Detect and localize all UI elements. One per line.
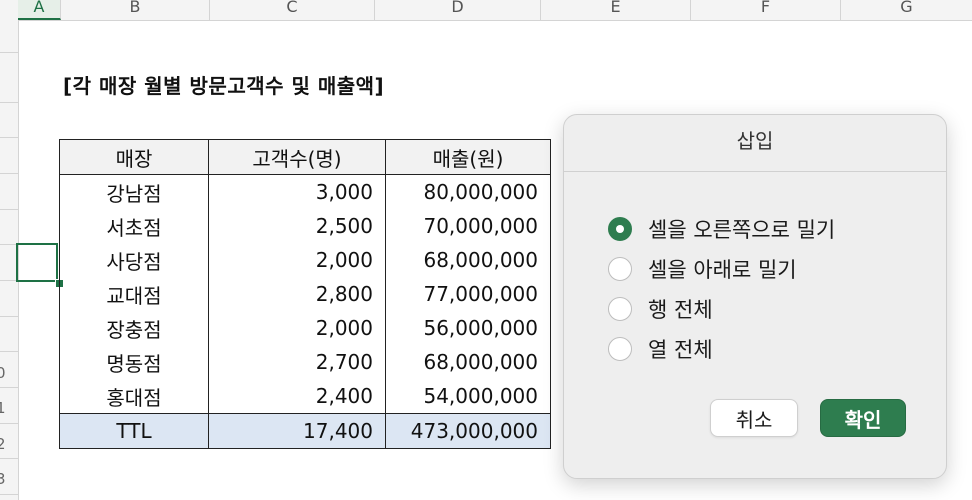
sales-cell[interactable]: 56,000,000 bbox=[385, 311, 551, 345]
option-label: 셀을 오른쪽으로 밀기 bbox=[648, 218, 836, 242]
cancel-button[interactable]: 취소 bbox=[710, 399, 798, 437]
table-header-row: 매장 고객수(명) 매출(원) bbox=[59, 139, 551, 175]
row-number[interactable]: 0 bbox=[0, 364, 10, 382]
table-row: 명동점 2,700 68,000,000 bbox=[59, 345, 551, 379]
customers-cell[interactable]: 2,800 bbox=[208, 277, 386, 311]
insert-dialog: 삽입 셀을 오른쪽으로 밀기 셀을 아래로 밀기 행 전체 열 전체 취소 확인 bbox=[563, 114, 947, 479]
radio-icon[interactable] bbox=[608, 337, 632, 361]
radio-icon[interactable] bbox=[608, 257, 632, 281]
column-header-a[interactable]: A bbox=[18, 0, 61, 20]
sales-cell[interactable]: 80,000,000 bbox=[385, 174, 551, 209]
customers-cell[interactable]: 2,400 bbox=[208, 379, 386, 414]
table-row: 장충점 2,000 56,000,000 bbox=[59, 311, 551, 345]
row-number[interactable]: 3 bbox=[0, 470, 10, 488]
row-number[interactable]: 1 bbox=[0, 399, 10, 417]
column-header-c[interactable]: C bbox=[210, 0, 375, 20]
customers-cell[interactable]: 2,700 bbox=[208, 345, 386, 379]
row-number[interactable]: 2 bbox=[0, 435, 10, 453]
ok-button[interactable]: 확인 bbox=[820, 399, 906, 437]
store-cell[interactable]: 홍대점 bbox=[59, 379, 209, 414]
dialog-divider bbox=[564, 171, 946, 172]
sales-cell[interactable]: 54,000,000 bbox=[385, 379, 551, 414]
total-row: TTL 17,400 473,000,000 bbox=[59, 413, 551, 449]
selected-cell[interactable] bbox=[16, 243, 58, 282]
column-header-d[interactable]: D bbox=[375, 0, 541, 20]
customers-cell[interactable]: 2,000 bbox=[208, 311, 386, 345]
table-header-store[interactable]: 매장 bbox=[59, 139, 209, 175]
table-row: 교대점 2,800 77,000,000 bbox=[59, 277, 551, 311]
customers-cell[interactable]: 3,000 bbox=[208, 174, 386, 209]
store-cell[interactable]: 교대점 bbox=[59, 277, 209, 311]
table-row: 사당점 2,000 68,000,000 bbox=[59, 243, 551, 277]
store-cell[interactable]: 명동점 bbox=[59, 345, 209, 379]
option-entire-row[interactable]: 행 전체 bbox=[608, 294, 713, 324]
store-cell[interactable]: 사당점 bbox=[59, 243, 209, 277]
column-header-e[interactable]: E bbox=[541, 0, 691, 20]
total-label-cell[interactable]: TTL bbox=[59, 413, 209, 449]
option-entire-column[interactable]: 열 전체 bbox=[608, 334, 713, 364]
table-row: 강남점 3,000 80,000,000 bbox=[59, 174, 551, 209]
table-header-customers[interactable]: 고객수(명) bbox=[208, 139, 386, 175]
store-cell[interactable]: 서초점 bbox=[59, 209, 209, 243]
dialog-title: 삽입 bbox=[736, 129, 774, 153]
column-header-g[interactable]: G bbox=[841, 0, 972, 20]
radio-icon[interactable] bbox=[608, 297, 632, 321]
data-table: 매장 고객수(명) 매출(원) 강남점 3,000 80,000,000 서초점… bbox=[59, 139, 551, 449]
option-label: 셀을 아래로 밀기 bbox=[648, 258, 797, 282]
sales-cell[interactable]: 68,000,000 bbox=[385, 243, 551, 277]
radio-selected-icon[interactable] bbox=[608, 217, 632, 241]
store-cell[interactable]: 강남점 bbox=[59, 174, 209, 209]
table-row: 홍대점 2,400 54,000,000 bbox=[59, 379, 551, 414]
store-cell[interactable]: 장충점 bbox=[59, 311, 209, 345]
column-header-b[interactable]: B bbox=[61, 0, 210, 20]
total-customers-cell[interactable]: 17,400 bbox=[208, 413, 386, 449]
sales-cell[interactable]: 70,000,000 bbox=[385, 209, 551, 243]
sheet-title: [각 매장 월별 방문고객수 및 매출액] bbox=[63, 74, 385, 98]
customers-cell[interactable]: 2,500 bbox=[208, 209, 386, 243]
option-shift-down[interactable]: 셀을 아래로 밀기 bbox=[608, 254, 797, 284]
total-sales-cell[interactable]: 473,000,000 bbox=[385, 413, 551, 449]
column-header-f[interactable]: F bbox=[691, 0, 841, 20]
option-label: 행 전체 bbox=[648, 298, 713, 322]
sales-cell[interactable]: 68,000,000 bbox=[385, 345, 551, 379]
table-row: 서초점 2,500 70,000,000 bbox=[59, 209, 551, 243]
column-header-bar: A B C D E F G bbox=[0, 0, 972, 21]
option-label: 열 전체 bbox=[648, 338, 713, 362]
customers-cell[interactable]: 2,000 bbox=[208, 243, 386, 277]
option-shift-right[interactable]: 셀을 오른쪽으로 밀기 bbox=[608, 214, 835, 244]
table-header-sales[interactable]: 매출(원) bbox=[385, 139, 551, 175]
sales-cell[interactable]: 77,000,000 bbox=[385, 277, 551, 311]
